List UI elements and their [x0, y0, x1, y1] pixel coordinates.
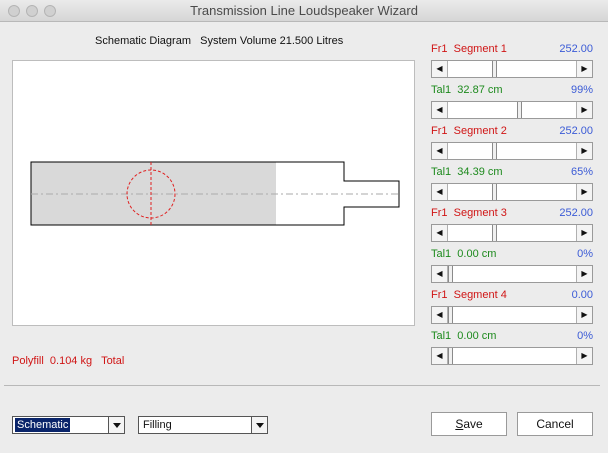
segment-1-fr-row: Fr1 Segment 1 252.00	[431, 43, 593, 56]
scroll-left-icon[interactable]: ◀	[432, 102, 448, 118]
segment-4-tal-label: Tal1 0.00 cm	[431, 330, 497, 342]
segment-2-fr-row: Fr1 Segment 2 252.00	[431, 125, 593, 138]
save-label-rest: ave	[463, 417, 483, 431]
separator	[4, 385, 600, 386]
mode-select-value: Filling	[143, 419, 172, 431]
slider-thumb[interactable]	[492, 225, 497, 241]
segment-4-fr-label: Fr1 Segment 4	[431, 289, 507, 301]
segment-3-fr-value: 252.00	[559, 207, 593, 219]
scroll-right-icon[interactable]: ▶	[576, 225, 592, 241]
window-title: Transmission Line Loudspeaker Wizard	[190, 3, 418, 18]
segment-3-tal-row: Tal1 0.00 cm 0%	[431, 248, 593, 261]
scroll-right-icon[interactable]: ▶	[576, 266, 592, 282]
view-select-value: Schematic	[15, 418, 71, 432]
segment-2-fr-slider[interactable]: ◀ ▶	[431, 142, 593, 160]
scroll-right-icon[interactable]: ▶	[576, 102, 592, 118]
slider-thumb[interactable]	[492, 143, 497, 159]
slider-thumb[interactable]	[492, 184, 497, 200]
segment-4-fr-value: 0.00	[571, 289, 593, 301]
segment-1-fr-slider[interactable]: ◀ ▶	[431, 60, 593, 78]
segment-4-tal-slider[interactable]: ◀ ▶	[431, 347, 593, 365]
view-select[interactable]: Schematic	[12, 416, 125, 434]
slider-thumb[interactable]	[517, 102, 522, 118]
segment-2-tal-value: 65%	[570, 166, 593, 178]
scroll-left-icon[interactable]: ◀	[432, 184, 448, 200]
chevron-down-icon[interactable]	[108, 417, 124, 433]
segment-4-tal-row: Tal1 0.00 cm 0%	[431, 330, 593, 343]
scroll-right-icon[interactable]: ▶	[576, 143, 592, 159]
schematic-diagram	[12, 60, 415, 326]
segment-3-fr-row: Fr1 Segment 3 252.00	[431, 207, 593, 220]
segment-1-fr-label: Fr1 Segment 1	[431, 43, 507, 55]
segment-4-fr-slider[interactable]: ◀ ▶	[431, 306, 593, 324]
segment-3-fr-slider[interactable]: ◀ ▶	[431, 224, 593, 242]
segment-1-tal-label: Tal1 32.87 cm	[431, 84, 503, 96]
slider-thumb[interactable]	[448, 266, 453, 282]
schematic-caption: Schematic Diagram System Volume 21.500 L…	[95, 35, 344, 47]
scroll-left-icon[interactable]: ◀	[432, 225, 448, 241]
scroll-right-icon[interactable]: ▶	[576, 61, 592, 77]
segment-4-tal-value: 0%	[577, 330, 593, 342]
scroll-left-icon[interactable]: ◀	[432, 61, 448, 77]
segment-3-tal-label: Tal1 0.00 cm	[431, 248, 497, 260]
cancel-button[interactable]: Cancel	[517, 412, 593, 436]
segment-3-tal-value: 0%	[577, 248, 593, 260]
segment-2-fr-label: Fr1 Segment 2	[431, 125, 507, 137]
mode-select[interactable]: Filling	[138, 416, 268, 434]
scroll-left-icon[interactable]: ◀	[432, 307, 448, 323]
segment-1-tal-row: Tal1 32.87 cm 99%	[431, 84, 593, 97]
segment-3-tal-slider[interactable]: ◀ ▶	[431, 265, 593, 283]
slider-thumb[interactable]	[448, 348, 453, 364]
segment-4-fr-row: Fr1 Segment 4 0.00	[431, 289, 593, 302]
scroll-right-icon[interactable]: ▶	[576, 348, 592, 364]
scroll-left-icon[interactable]: ◀	[432, 348, 448, 364]
segment-2-tal-label: Tal1 34.39 cm	[431, 166, 503, 178]
slider-thumb[interactable]	[492, 61, 497, 77]
slider-thumb[interactable]	[448, 307, 453, 323]
polyfill-total: Polyfill 0.104 kg Total	[12, 355, 125, 367]
segment-3-fr-label: Fr1 Segment 3	[431, 207, 507, 219]
segment-1-tal-value: 99%	[570, 84, 593, 96]
scroll-left-icon[interactable]: ◀	[432, 143, 448, 159]
segment-2-tal-slider[interactable]: ◀ ▶	[431, 183, 593, 201]
scroll-right-icon[interactable]: ▶	[576, 307, 592, 323]
segment-1-fr-value: 252.00	[559, 43, 593, 55]
scroll-right-icon[interactable]: ▶	[576, 184, 592, 200]
segment-1-tal-slider[interactable]: ◀ ▶	[431, 101, 593, 119]
segment-2-fr-value: 252.00	[559, 125, 593, 137]
segment-2-tal-row: Tal1 34.39 cm 65%	[431, 166, 593, 179]
save-button[interactable]: Save	[431, 412, 507, 436]
title-bar: Transmission Line Loudspeaker Wizard	[0, 0, 608, 22]
chevron-down-icon[interactable]	[251, 417, 267, 433]
scroll-left-icon[interactable]: ◀	[432, 266, 448, 282]
schematic-drawing	[30, 161, 400, 226]
